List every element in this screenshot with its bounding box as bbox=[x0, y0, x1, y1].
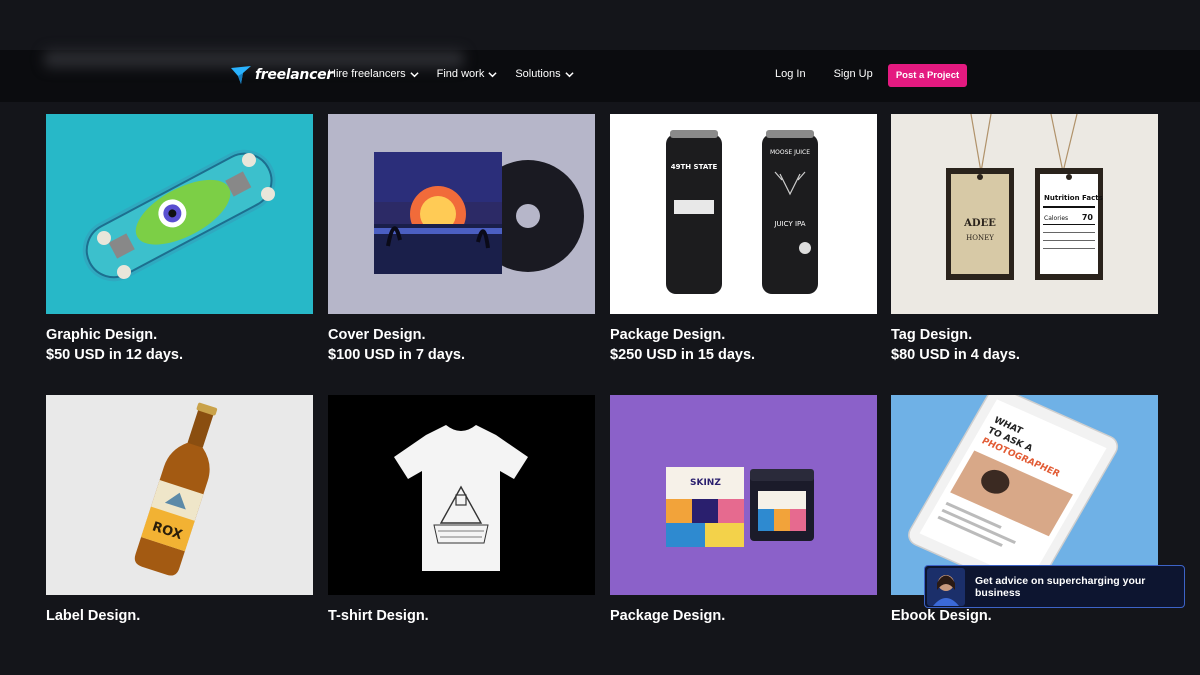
advice-text: Get advice on supercharging your busines… bbox=[975, 574, 1146, 599]
nav-solutions[interactable]: Solutions bbox=[515, 68, 574, 80]
card-price: $250 USD in 15 days. bbox=[610, 347, 756, 363]
card-price: $80 USD in 4 days. bbox=[891, 347, 1020, 363]
beer-cans-image: 49TH STATE MOOSE JUICE JUICY IPA bbox=[610, 114, 877, 314]
box-brand: SKINZ bbox=[690, 478, 721, 488]
nav-find-work[interactable]: Find work bbox=[437, 68, 498, 80]
card-price: $50 USD in 12 days. bbox=[46, 347, 184, 363]
can2-sub: JUICY IPA bbox=[773, 220, 805, 228]
portfolio-card-graphic-design[interactable]: Graphic Design. $50 USD in 12 days. bbox=[46, 114, 313, 366]
can2-label: MOOSE JUICE bbox=[770, 149, 810, 156]
beer-bottle-image: ROX bbox=[46, 395, 313, 595]
card-title: T-shirt Design. bbox=[328, 608, 429, 624]
skinz-box-image: SKINZ bbox=[610, 395, 877, 595]
album-cover-image bbox=[328, 114, 595, 314]
portfolio-card-label-design[interactable]: ROX Label Design. bbox=[46, 395, 313, 626]
top-strip bbox=[0, 0, 1200, 50]
chevron-down-icon bbox=[564, 71, 574, 77]
card-title: Graphic Design. bbox=[46, 327, 158, 343]
tag-calories: Calories bbox=[1044, 215, 1068, 222]
portfolio-card-tshirt-design[interactable]: T-shirt Design. bbox=[328, 395, 595, 626]
tag-brand-sub: HONEY bbox=[966, 234, 994, 242]
portfolio-card-cover-design[interactable]: Cover Design. $100 USD in 7 days. bbox=[328, 114, 595, 366]
tag-brand: ADEE bbox=[963, 218, 996, 229]
tag-calories-value: 70 bbox=[1082, 213, 1094, 222]
chevron-down-icon bbox=[410, 71, 419, 77]
card-title: Label Design. bbox=[46, 608, 141, 624]
freelancer-logo[interactable]: freelancer bbox=[230, 64, 333, 86]
nav-hire-freelancers[interactable]: Hire freelancers bbox=[328, 68, 419, 80]
tag-facts: Nutrition Facts bbox=[1044, 194, 1103, 202]
portfolio-card-tag-design[interactable]: ADEE HONEY Nutrition Facts Calories 70 T… bbox=[891, 114, 1158, 366]
card-title: Ebook Design. bbox=[891, 608, 992, 624]
card-title: Package Design. bbox=[610, 327, 726, 343]
hang-tags-image: ADEE HONEY Nutrition Facts Calories 70 bbox=[891, 114, 1158, 314]
can1-label: 49TH STATE bbox=[671, 163, 718, 171]
chevron-down-icon bbox=[488, 71, 497, 77]
logo-text: freelancer bbox=[255, 67, 333, 83]
card-title: Tag Design. bbox=[891, 327, 973, 343]
portfolio-card-package-design-2[interactable]: SKINZ Package Design. bbox=[610, 395, 877, 626]
signup-link[interactable]: Sign Up bbox=[834, 68, 873, 80]
nav-label: Find work bbox=[436, 68, 485, 80]
login-link[interactable]: Log In bbox=[775, 68, 806, 80]
card-title: Cover Design. bbox=[328, 327, 426, 343]
post-project-button[interactable]: Post a Project bbox=[888, 64, 967, 87]
nav-label: Hire freelancers bbox=[328, 68, 406, 80]
advice-banner[interactable]: Get advice on supercharging your busines… bbox=[924, 565, 1185, 608]
assistant-avatar bbox=[927, 567, 965, 606]
auth-links: Log In Sign Up bbox=[775, 68, 873, 80]
bird-logo-icon bbox=[231, 66, 251, 84]
main-nav: Hire freelancers Find work Solutions bbox=[328, 68, 574, 80]
portfolio-card-package-design[interactable]: 49TH STATE MOOSE JUICE JUICY IPA Package… bbox=[610, 114, 877, 366]
t-shirt-image bbox=[328, 395, 595, 595]
skateboard-image bbox=[46, 114, 313, 314]
nav-label: Solutions bbox=[515, 68, 561, 80]
card-price: $100 USD in 7 days. bbox=[328, 347, 466, 363]
card-title: Package Design. bbox=[610, 608, 726, 624]
